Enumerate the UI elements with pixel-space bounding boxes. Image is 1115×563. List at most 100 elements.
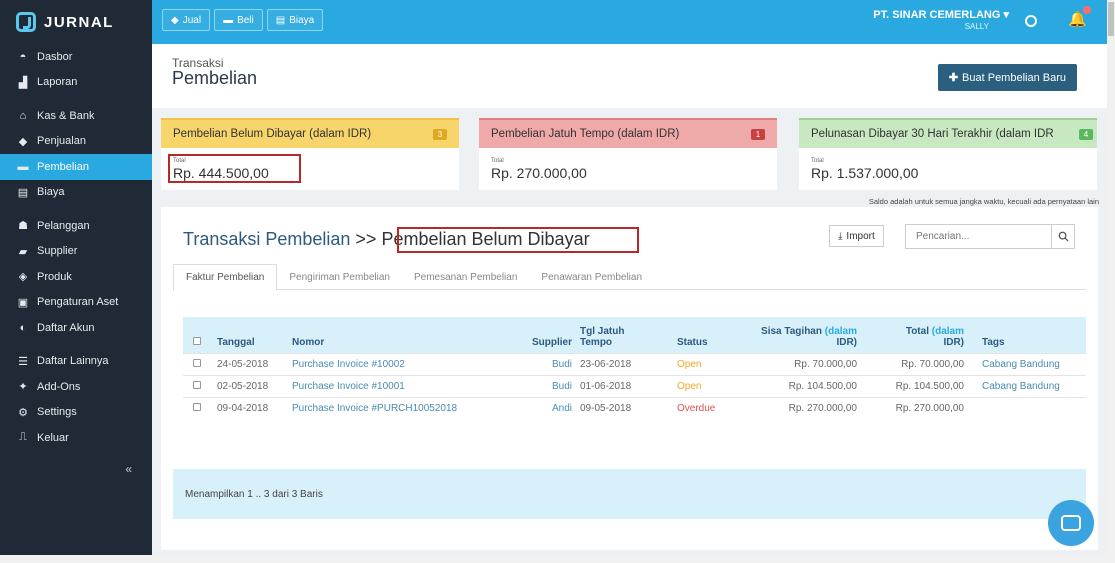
invoice-table-body: 24-05-2018 Purchase Invoice #10002 Budi 23-…	[183, 352, 1086, 419]
cell-tags[interactable]: Cabang Bandung	[968, 374, 1086, 397]
sidebar-item-daftar-akun[interactable]: ◐ Daftar Akun	[0, 315, 152, 341]
nav-divider	[0, 205, 152, 213]
vertical-scrollbar[interactable]	[1107, 0, 1115, 563]
cell-tags[interactable]: Cabang Bandung	[968, 352, 1086, 375]
sidebar-item-add-ons[interactable]: ✦ Add-Ons	[0, 374, 152, 400]
cell-tempo: 23-06-2018	[576, 352, 673, 375]
select-all-checkbox[interactable]	[193, 336, 201, 345]
col-tgl-jatuh-tempo[interactable]: Tgl Jatuh Tempo	[576, 317, 673, 353]
col-nomor[interactable]: Nomor	[288, 317, 518, 353]
sidebar-item-pembelian[interactable]: ▬ Pembelian	[0, 154, 152, 180]
card-due-title: Pembelian Jatuh Tempo (dalam IDR)	[491, 128, 680, 140]
table-row[interactable]: 02-05-2018 Purchase Invoice #10001 Budi 01-…	[183, 374, 1086, 397]
quick-beli-button[interactable]: ▬ Beli	[214, 9, 263, 31]
col-supplier[interactable]: Supplier	[518, 317, 576, 353]
cell-total: Rp. 270.000,00	[861, 396, 968, 419]
cell-supplier[interactable]: Andi	[518, 396, 576, 419]
clock-icon[interactable]	[1025, 15, 1037, 27]
sidebar-item-pelanggan[interactable]: ☗ Pelanggan	[0, 213, 152, 239]
nav-divider	[0, 95, 152, 103]
chat-button[interactable]	[1048, 500, 1094, 546]
quick-biaya-button[interactable]: ▤ Biaya	[266, 9, 324, 31]
sidebar-item-label: Kas & Bank	[37, 109, 95, 122]
col-tanggal[interactable]: Tanggal	[213, 317, 288, 353]
company-switcher[interactable]: PT. SINAR CEMERLANG ▾ SALLY	[873, 8, 1009, 31]
bell-icon[interactable]: 🔔	[1068, 10, 1087, 28]
card-due[interactable]: Pembelian Jatuh Tempo (dalam IDR) 1 Tota…	[479, 118, 777, 190]
sidebar-item-label: Daftar Akun	[37, 321, 95, 334]
sidebar-item-pengaturan-aset[interactable]: ▣ Pengaturan Aset	[0, 290, 152, 316]
sidebar-item-label: Laporan	[37, 76, 78, 89]
logo[interactable]: JURNAL	[0, 0, 152, 44]
horizontal-scrollbar[interactable]	[0, 555, 1107, 563]
sidebar-nav: ◓ Dasbor ▟ Laporan ⌂ Kas & Bank ◆ Penjualan ▬ Pem…	[0, 44, 152, 451]
tab-penawaran-pembelian[interactable]: Penawaran Pembelian	[529, 264, 654, 290]
col-status[interactable]: Status	[673, 317, 748, 353]
cell-nomor[interactable]: Purchase Invoice #10002	[288, 352, 518, 375]
card-paid[interactable]: Pelunasan Dibayar 30 Hari Terakhir (dala…	[799, 118, 1097, 190]
scrollbar-thumb[interactable]	[1108, 2, 1114, 36]
sidebar-item-supplier[interactable]: ▰ Supplier	[0, 239, 152, 265]
row-select-cell	[183, 374, 213, 397]
list-icon: ☰	[18, 355, 28, 368]
quick-jual-button[interactable]: ◆ Jual	[162, 9, 211, 31]
nav-divider	[0, 341, 152, 349]
sidebar-item-label: Produk	[37, 270, 72, 283]
tab-pengiriman-pembelian[interactable]: Pengiriman Pembelian	[277, 264, 402, 290]
cell-sisa: Rp. 104.500,00	[748, 374, 861, 397]
sidebar-item-label: Add-Ons	[37, 380, 81, 393]
sidebar-item-label: Supplier	[37, 245, 78, 258]
sidebar-item-label: Dasbor	[37, 50, 73, 63]
card-paid-total-label: Total	[811, 158, 824, 164]
sidebar-item-laporan[interactable]: ▟ Laporan	[0, 70, 152, 96]
row-checkbox[interactable]	[193, 358, 201, 367]
card-icon: ▬	[223, 14, 234, 26]
search-button[interactable]	[1051, 224, 1075, 249]
cube-icon: ◈	[18, 271, 28, 284]
col-sisa-line2: IDR)	[836, 336, 857, 348]
table-row[interactable]: 09-04-2018 Purchase Invoice #PURCH1005201…	[183, 396, 1086, 419]
sidebar-item-label: Keluar	[37, 431, 69, 444]
row-checkbox[interactable]	[193, 380, 201, 389]
sidebar-item-keluar[interactable]: ⎍ Keluar	[0, 425, 152, 451]
tab-faktur-pembelian[interactable]: Faktur Pembelian	[173, 264, 278, 291]
col-tags[interactable]: Tags	[968, 317, 1086, 353]
col-sisa-tagihan[interactable]: Sisa Tagihan (dalam IDR)	[748, 317, 861, 353]
sidebar-item-penjualan[interactable]: ◆ Penjualan	[0, 129, 152, 155]
sidebar-item-label: Pelanggan	[37, 219, 90, 232]
sidebar-item-label: Daftar Lainnya	[37, 355, 109, 368]
sidebar-item-produk[interactable]: ◈ Produk	[0, 264, 152, 290]
sidebar-item-kas-bank[interactable]: ⌂ Kas & Bank	[0, 103, 152, 129]
row-select-cell	[183, 352, 213, 375]
search-input[interactable]	[905, 224, 1052, 249]
sidebar-item-label: Pembelian	[37, 160, 89, 173]
quick-actions: ◆ Jual ▬ Beli ▤ Biaya	[162, 9, 324, 31]
row-checkbox[interactable]	[193, 402, 201, 411]
quick-button-label: Jual	[182, 14, 202, 26]
cell-supplier[interactable]: Budi	[518, 352, 576, 375]
topbar: ◆ Jual ▬ Beli ▤ Biaya PT. SINAR CEMERLANG ▾ S…	[152, 0, 1107, 44]
tab-pemesanan-pembelian[interactable]: Pemesanan Pembelian	[402, 264, 529, 290]
pagination-info: Menampilkan 1 .. 3 dari 3 Baris	[185, 488, 323, 500]
search-icon	[1058, 231, 1069, 242]
collapse-sidebar-button[interactable]: «	[125, 462, 132, 476]
cell-tags[interactable]	[968, 396, 1086, 419]
cell-nomor[interactable]: Purchase Invoice #PURCH10052018	[288, 396, 518, 419]
new-purchase-button[interactable]: ✚ Buat Pembelian Baru	[937, 64, 1077, 91]
import-button[interactable]: ⤓ Import	[829, 225, 884, 247]
cell-sisa: Rp. 70.000,00	[748, 352, 861, 375]
table-row[interactable]: 24-05-2018 Purchase Invoice #10002 Budi 23-…	[183, 352, 1086, 375]
col-total[interactable]: Total (dalam IDR)	[861, 317, 968, 353]
transactions-link[interactable]: Transaksi Pembelian	[183, 229, 350, 249]
cell-nomor[interactable]: Purchase Invoice #10001	[288, 374, 518, 397]
cell-sisa: Rp. 270.000,00	[748, 396, 861, 419]
page-title: Pembelian	[172, 68, 258, 88]
sidebar-item-settings[interactable]: ⚙ Settings	[0, 400, 152, 426]
card-unpaid[interactable]: Pembelian Belum Dibayar (dalam IDR) 3 To…	[161, 118, 459, 190]
cell-supplier[interactable]: Budi	[518, 374, 576, 397]
sidebar-item-dasbor[interactable]: ◓ Dasbor	[0, 44, 152, 70]
card-paid-badge: 4	[1079, 129, 1093, 140]
col-sisa-line1a: Sisa Tagihan	[761, 325, 822, 337]
sidebar-item-daftar-lainnya[interactable]: ☰ Daftar Lainnya	[0, 349, 152, 375]
sidebar-item-biaya[interactable]: ▤ Biaya	[0, 180, 152, 206]
